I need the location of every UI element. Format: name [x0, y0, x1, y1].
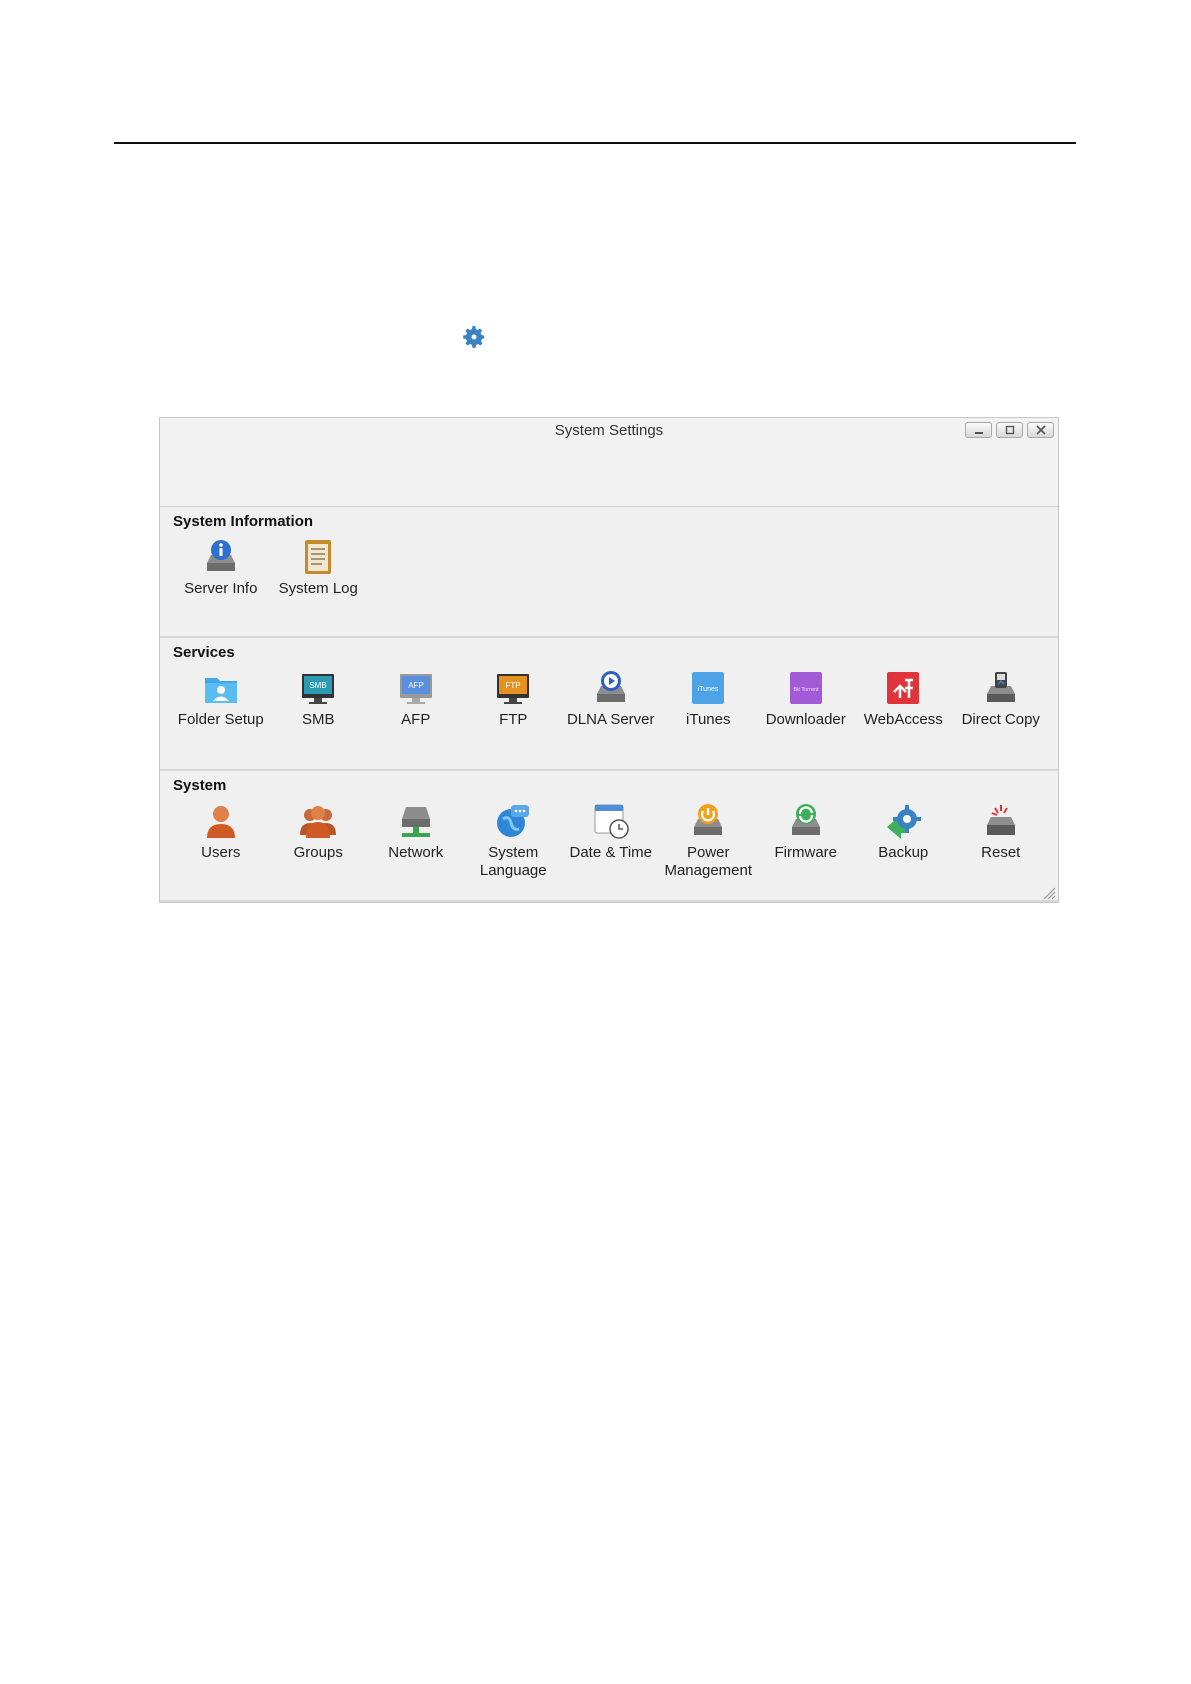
section-system: System Users Groups Network System Langu…	[160, 771, 1058, 902]
server-info-item[interactable]: Server Info	[172, 537, 270, 598]
icon-text: AFP	[408, 681, 424, 690]
item-label: DLNA Server	[566, 711, 655, 728]
ftp-item[interactable]: FTP FTP	[465, 668, 563, 729]
webaccess-item[interactable]: WebAccess	[855, 668, 953, 729]
label-line-1: Power	[686, 844, 730, 861]
direct-copy-item[interactable]: Direct Copy	[952, 668, 1050, 729]
smb-icon: SMB	[302, 674, 335, 704]
system-language-icon	[497, 805, 530, 837]
item-label: SMB	[301, 711, 335, 728]
system-log-icon	[305, 540, 332, 574]
power-management-icon	[694, 804, 723, 835]
section-system-information: System Information Server Info System Lo…	[160, 507, 1058, 638]
item-label: Users	[201, 844, 241, 861]
firmware-icon	[791, 804, 820, 835]
resize-grip-icon[interactable]	[1042, 886, 1056, 900]
system-settings-window: System Settings System Information Serve…	[159, 417, 1059, 903]
icon-text: FTP	[506, 681, 521, 690]
afp-item[interactable]: AFP AFP	[367, 668, 465, 729]
backup-item[interactable]: Backup	[855, 801, 953, 880]
groups-icon	[300, 806, 337, 838]
item-label: FTP	[499, 711, 528, 728]
minimize-button[interactable]	[965, 422, 992, 438]
window-titlebar[interactable]: System Settings	[160, 418, 1058, 507]
section-services: Services Folder Setup SMB SMB AFP AFP FT…	[160, 638, 1058, 771]
item-label: Server Info	[184, 580, 258, 597]
network-item[interactable]: Network	[367, 801, 465, 880]
system-language-item[interactable]: System Language	[465, 801, 563, 880]
downloader-icon: Bit Torrent	[789, 672, 822, 704]
maximize-icon	[1005, 425, 1014, 435]
afp-icon: AFP	[399, 674, 432, 704]
server-info-icon	[206, 540, 235, 571]
folder-setup-item[interactable]: Folder Setup	[172, 668, 270, 729]
label-line-1: System	[488, 844, 539, 861]
smb-item[interactable]: SMB SMB	[270, 668, 368, 729]
reset-icon	[986, 805, 1015, 835]
maximize-button[interactable]	[996, 422, 1023, 438]
item-label: iTunes	[686, 711, 731, 728]
item-label: Groups	[293, 844, 343, 861]
network-icon	[401, 807, 430, 837]
item-row: Folder Setup SMB SMB AFP AFP FTP FTP DLN…	[172, 668, 1050, 729]
icon-text: SMB	[310, 681, 327, 690]
page-top-rule	[114, 142, 1076, 144]
item-label: Reset	[981, 844, 1021, 861]
item-label: Direct Copy	[961, 711, 1040, 728]
section-title: System	[173, 777, 227, 794]
dlna-server-item[interactable]: DLNA Server	[562, 668, 660, 729]
folder-setup-icon	[204, 678, 237, 703]
label-line-2: Management	[664, 862, 753, 879]
label-line-2: Language	[479, 862, 547, 879]
downloader-item[interactable]: Bit Torrent Downloader	[757, 668, 855, 729]
ftp-icon: FTP	[497, 674, 530, 704]
window-title: System Settings	[554, 422, 664, 439]
window-controls	[965, 422, 1054, 438]
backup-icon	[887, 805, 922, 839]
itunes-item[interactable]: iTunes iTunes	[660, 668, 758, 729]
item-label: AFP	[401, 711, 431, 728]
date-time-item[interactable]: Date & Time	[562, 801, 660, 880]
firmware-item[interactable]: Firmware	[757, 801, 855, 880]
groups-item[interactable]: Groups	[270, 801, 368, 880]
direct-copy-icon	[986, 672, 1015, 702]
item-row: Server Info System Log	[172, 537, 367, 598]
reset-item[interactable]: Reset	[952, 801, 1050, 880]
item-label: Downloader	[765, 711, 846, 728]
section-title: System Information	[173, 513, 314, 530]
item-label: WebAccess	[863, 711, 943, 728]
item-label: Network	[388, 844, 444, 861]
item-label: System Log	[278, 580, 358, 597]
power-management-item[interactable]: Power Management	[660, 801, 758, 880]
dlna-server-icon	[596, 671, 625, 702]
minimize-icon	[974, 432, 983, 434]
gear-icon	[463, 326, 485, 348]
close-icon	[1035, 425, 1046, 435]
webaccess-icon	[887, 672, 920, 704]
system-log-item[interactable]: System Log	[270, 537, 368, 598]
users-icon	[206, 806, 235, 838]
date-time-icon	[594, 804, 629, 839]
item-label: Folder Setup	[177, 711, 264, 728]
itunes-icon: iTunes	[692, 672, 725, 704]
icon-text: Bit Torrent	[793, 687, 818, 693]
users-item[interactable]: Users	[172, 801, 270, 880]
item-label: Power Management	[664, 844, 752, 880]
item-label: Date & Time	[569, 844, 653, 861]
item-label: Backup	[878, 844, 929, 861]
item-label: Firmware	[774, 844, 838, 861]
section-title: Services	[173, 644, 235, 661]
item-label: System Language	[480, 844, 547, 880]
icon-text: iTunes	[698, 686, 719, 693]
close-button[interactable]	[1027, 422, 1054, 438]
item-row: Users Groups Network System Language Dat…	[172, 801, 1050, 880]
